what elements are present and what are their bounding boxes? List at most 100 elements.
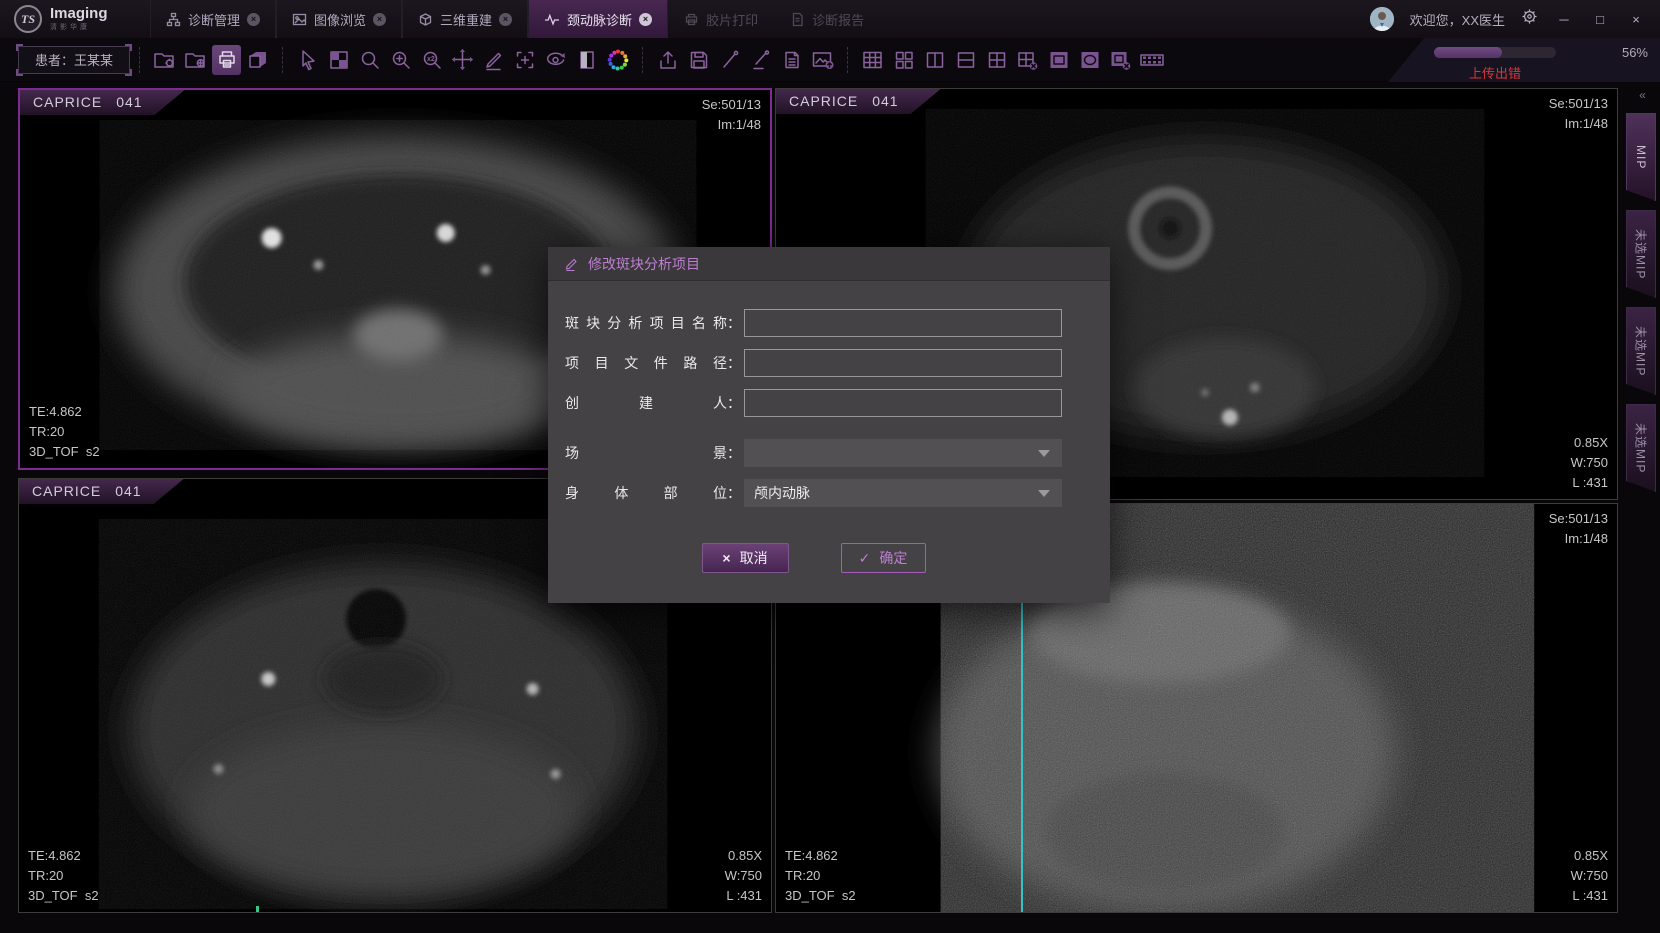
layout-vsplit-button[interactable]: [920, 45, 949, 75]
report-icon: [790, 12, 805, 27]
probe-baseline-button[interactable]: [746, 45, 775, 75]
volume-3d-button[interactable]: [243, 45, 272, 75]
export-up-icon: [657, 49, 679, 71]
measure-tool-button[interactable]: [479, 45, 508, 75]
project-path-input[interactable]: [744, 349, 1062, 377]
dialog-body: 斑块分析项目名称 ： 项目文件路径 ： 创建人 ： 场景 ： 身体部位 ：: [548, 281, 1110, 603]
waveform-icon: [544, 12, 560, 27]
shape-rect-icon: [1048, 49, 1070, 71]
zoom-in-button[interactable]: [386, 45, 415, 75]
minimize-button[interactable]: ─: [1554, 12, 1574, 27]
image-upload-icon: [811, 49, 835, 71]
window-level-overlay: 0.85XW:750L :431: [1571, 846, 1608, 906]
layout-tiles-button[interactable]: [889, 45, 918, 75]
rotate-3d-icon: [544, 49, 567, 71]
dialog-buttons: × 取消 ✓ 确定: [565, 543, 1062, 573]
open-study-button[interactable]: [150, 45, 179, 75]
field-row: 身体部位 ： 颅内动脉: [565, 479, 1062, 507]
corner-bracket: [125, 44, 132, 51]
dialog-title: 修改斑块分析项目: [588, 254, 700, 274]
cursor-tool-button[interactable]: [293, 45, 322, 75]
collapse-chevron-icon[interactable]: «: [1626, 88, 1657, 104]
mip-tab-strip: « MIP 未选MIP 未选MIP 未选MIP: [1626, 88, 1657, 492]
zoom-in-icon: [390, 49, 412, 71]
contrast-button[interactable]: [572, 45, 601, 75]
close-button[interactable]: ×: [1626, 12, 1646, 27]
rotate-3d-button[interactable]: [541, 45, 570, 75]
upload-status-panel: 56% 上传出错: [1388, 38, 1660, 82]
field-label: 身体部位: [565, 483, 727, 503]
report-add-icon: [781, 49, 803, 71]
svg-text:x2: x2: [427, 56, 435, 63]
title-bar: TS Imaging 清影华康 诊断管理 × 图像浏览 × 三维重建 × 颈动脉…: [0, 0, 1660, 38]
reference-tick: [256, 906, 259, 912]
pseudo-color-button[interactable]: [603, 45, 632, 75]
zoom-2x-button[interactable]: x2: [417, 45, 446, 75]
toolbar-divider: [139, 47, 140, 73]
export-button[interactable]: [653, 45, 682, 75]
save-button[interactable]: [684, 45, 713, 75]
magnify-tool-button[interactable]: [355, 45, 384, 75]
layout-close-button[interactable]: [1013, 45, 1042, 75]
new-report-button[interactable]: [777, 45, 806, 75]
project-name-input[interactable]: [744, 309, 1062, 337]
upload-progress-bar: [1434, 47, 1556, 58]
corner-bracket: [16, 69, 23, 76]
acquisition-info-overlay: TE:4.862TR:203D_TOF s2: [29, 402, 100, 462]
scene-select[interactable]: [744, 439, 1062, 467]
filmstrip-button[interactable]: [1137, 45, 1166, 75]
shape-rect-remove-button[interactable]: [1106, 45, 1135, 75]
close-icon: ×: [722, 550, 730, 566]
field-label: 斑块分析项目名称: [565, 313, 727, 333]
main-nav-tabs: 诊断管理 × 图像浏览 × 三维重建 × 颈动脉诊断 × 胶片打印 诊断报告: [150, 0, 880, 38]
acquisition-info-overlay: TE:4.862TR:203D_TOF s2: [28, 846, 99, 906]
folder-add-icon: [184, 49, 208, 71]
cancel-button[interactable]: × 取消: [702, 543, 789, 573]
side-tab-unselected-mip-2[interactable]: 未选MIP: [1626, 307, 1656, 395]
window-preset-button[interactable]: [324, 45, 353, 75]
annotation-frame-button[interactable]: [510, 45, 539, 75]
upload-image-button[interactable]: [808, 45, 837, 75]
shape-rect-button[interactable]: [1044, 45, 1073, 75]
side-tab-mip[interactable]: MIP: [1626, 113, 1656, 201]
layout-hsplit-icon: [955, 49, 977, 71]
creator-input[interactable]: [744, 389, 1062, 417]
tab-carotid-diagnosis[interactable]: 颈动脉诊断 ×: [528, 0, 668, 38]
close-icon[interactable]: ×: [373, 13, 386, 26]
body-part-select[interactable]: 颅内动脉: [744, 479, 1062, 507]
layout-hsplit-button[interactable]: [951, 45, 980, 75]
pan-icon: [451, 48, 474, 71]
close-icon[interactable]: ×: [639, 13, 652, 26]
probe-tool-button[interactable]: [715, 45, 744, 75]
print-icon: [216, 49, 238, 71]
field-label: 创建人: [565, 393, 727, 413]
side-tab-unselected-mip-3[interactable]: 未选MIP: [1626, 404, 1656, 492]
tab-image-browse[interactable]: 图像浏览 ×: [276, 0, 402, 38]
user-avatar: [1370, 7, 1394, 31]
check-icon: ✓: [859, 550, 871, 567]
layout-tiles-icon: [893, 49, 915, 71]
maximize-button[interactable]: □: [1590, 12, 1610, 27]
shape-ellipse-icon: [1079, 49, 1101, 71]
settings-button[interactable]: [1521, 8, 1538, 30]
add-study-button[interactable]: [181, 45, 210, 75]
window-level-overlay: 0.85XW:750L :431: [725, 846, 762, 906]
close-icon[interactable]: ×: [499, 13, 512, 26]
print-button[interactable]: [212, 45, 241, 75]
layout-grid-button[interactable]: [858, 45, 887, 75]
chevron-down-icon: [1038, 490, 1050, 497]
field-row: 创建人 ：: [565, 389, 1062, 417]
field-row: 斑块分析项目名称 ：: [565, 309, 1062, 337]
field-label: 场景: [565, 443, 727, 463]
layout-quad-button[interactable]: [982, 45, 1011, 75]
tab-3d-reconstruction[interactable]: 三维重建 ×: [402, 0, 528, 38]
save-icon: [688, 49, 710, 71]
side-tab-unselected-mip-1[interactable]: 未选MIP: [1626, 210, 1656, 298]
confirm-button[interactable]: ✓ 确定: [841, 543, 926, 573]
contrast-icon: [577, 49, 597, 71]
shape-ellipse-button[interactable]: [1075, 45, 1104, 75]
pan-tool-button[interactable]: [448, 45, 477, 75]
close-icon[interactable]: ×: [247, 13, 260, 26]
patient-name-box[interactable]: 患者：王某某: [18, 46, 130, 74]
tab-diagnosis-management[interactable]: 诊断管理 ×: [150, 0, 276, 38]
